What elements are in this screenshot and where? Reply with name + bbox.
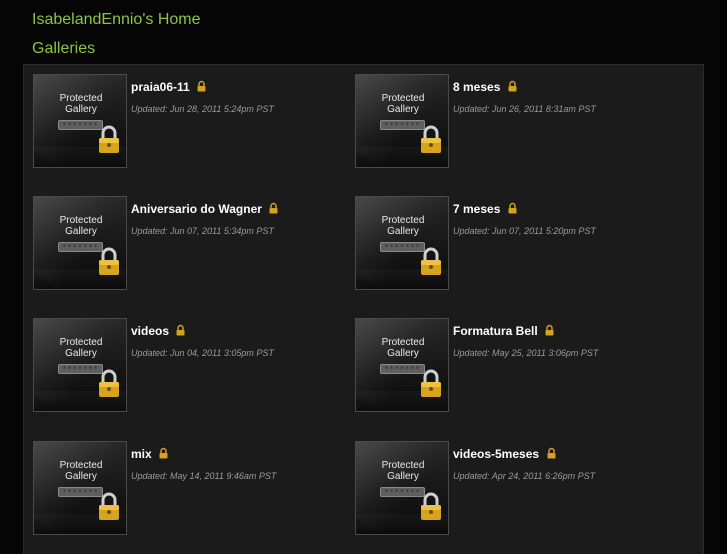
gallery-thumbnail[interactable]: Protected Gallery ******* [355, 74, 449, 168]
protected-text: Protected [381, 215, 425, 226]
thumbnail-reflection [34, 147, 126, 167]
lock-icon [159, 447, 168, 459]
gallery-text: Gallery [387, 471, 419, 482]
password-field-graphic: ******* [380, 120, 425, 130]
gallery-updated: Updated: May 25, 2011 3:06pm PST [453, 348, 599, 358]
gallery-item[interactable]: Protected Gallery ******* 8 meses Update… [355, 74, 675, 170]
gallery-title[interactable]: videos-5meses [453, 447, 539, 461]
protected-text: Protected [59, 215, 103, 226]
gallery-thumbnail[interactable]: Protected Gallery ******* [33, 196, 127, 290]
password-field-graphic: ******* [58, 487, 103, 497]
thumbnail-reflection [356, 514, 448, 534]
thumbnail-protected-label: Protected Gallery [34, 337, 126, 359]
thumbnail-protected-label: Protected Gallery [356, 337, 448, 359]
gallery-updated: Updated: Jun 07, 2011 5:20pm PST [453, 226, 596, 236]
gallery-updated: Updated: Jun 04, 2011 3:05pm PST [131, 348, 274, 358]
password-field-graphic: ******* [58, 242, 103, 252]
gallery-info: Aniversario do Wagner Updated: Jun 07, 2… [131, 202, 353, 236]
gallery-info: Formatura Bell Updated: May 25, 2011 3:0… [453, 324, 675, 358]
gallery-updated: Updated: Apr 24, 2011 6:26pm PST [453, 471, 596, 481]
gallery-info: videos-5meses Updated: Apr 24, 2011 6:26… [453, 447, 675, 481]
thumbnail-reflection [34, 269, 126, 289]
thumbnail-reflection [356, 391, 448, 411]
gallery-updated: Updated: Jun 26, 2011 8:31am PST [453, 104, 596, 114]
gallery-text: Gallery [387, 104, 419, 115]
gallery-title[interactable]: Aniversario do Wagner [131, 202, 262, 216]
gallery-info: praia06-11 Updated: Jun 28, 2011 5:24pm … [131, 80, 353, 114]
gallery-text: Gallery [65, 471, 97, 482]
gallery-text: Gallery [387, 226, 419, 237]
thumbnail-protected-label: Protected Gallery [34, 460, 126, 482]
protected-text: Protected [59, 93, 103, 104]
thumbnail-protected-label: Protected Gallery [356, 460, 448, 482]
gallery-info: videos Updated: Jun 04, 2011 3:05pm PST [131, 324, 353, 358]
gallery-item[interactable]: Protected Gallery ******* praia06-11 Upd… [33, 74, 353, 170]
gallery-info: mix Updated: May 14, 2011 9:46am PST [131, 447, 353, 481]
galleries-panel: Protected Gallery ******* praia06-11 Upd… [23, 64, 704, 554]
lock-icon [269, 202, 278, 214]
gallery-item[interactable]: Protected Gallery ******* videos Updated… [33, 318, 353, 414]
gallery-title[interactable]: 8 meses [453, 80, 500, 94]
section-title-galleries: Galleries [32, 40, 96, 57]
gallery-info: 8 meses Updated: Jun 26, 2011 8:31am PST [453, 80, 675, 114]
gallery-updated: Updated: Jun 07, 2011 5:34pm PST [131, 226, 274, 236]
password-field-graphic: ******* [58, 364, 103, 374]
gallery-title[interactable]: praia06-11 [131, 80, 190, 94]
gallery-text: Gallery [65, 226, 97, 237]
password-field-graphic: ******* [380, 487, 425, 497]
gallery-text: Gallery [65, 348, 97, 359]
lock-icon [197, 80, 206, 92]
protected-text: Protected [59, 337, 103, 348]
gallery-info: 7 meses Updated: Jun 07, 2011 5:20pm PST [453, 202, 675, 236]
site-title[interactable]: IsabelandEnnio's Home [32, 10, 201, 30]
gallery-title[interactable]: 7 meses [453, 202, 500, 216]
gallery-item[interactable]: Protected Gallery ******* 7 meses Update… [355, 196, 675, 292]
gallery-text: Gallery [65, 104, 97, 115]
protected-text: Protected [59, 460, 103, 471]
lock-icon [508, 202, 517, 214]
gallery-updated: Updated: Jun 28, 2011 5:24pm PST [131, 104, 274, 114]
thumbnail-reflection [356, 147, 448, 167]
lock-icon [176, 324, 185, 336]
gallery-title[interactable]: mix [131, 447, 152, 461]
gallery-updated: Updated: May 14, 2011 9:46am PST [131, 471, 277, 481]
thumbnail-reflection [356, 269, 448, 289]
lock-icon [547, 447, 556, 459]
thumbnail-protected-label: Protected Gallery [34, 215, 126, 237]
gallery-thumbnail[interactable]: Protected Gallery ******* [33, 74, 127, 168]
gallery-item[interactable]: Protected Gallery ******* videos-5meses … [355, 441, 675, 537]
gallery-title[interactable]: videos [131, 324, 169, 338]
password-field-graphic: ******* [380, 364, 425, 374]
gallery-thumbnail[interactable]: Protected Gallery ******* [33, 318, 127, 412]
lock-icon [508, 80, 517, 92]
gallery-thumbnail[interactable]: Protected Gallery ******* [355, 441, 449, 535]
thumbnail-reflection [34, 391, 126, 411]
thumbnail-protected-label: Protected Gallery [356, 93, 448, 115]
gallery-item[interactable]: Protected Gallery ******* Aniversario do… [33, 196, 353, 292]
gallery-text: Gallery [387, 348, 419, 359]
protected-text: Protected [381, 460, 425, 471]
lock-icon [545, 324, 554, 336]
gallery-thumbnail[interactable]: Protected Gallery ******* [355, 318, 449, 412]
thumbnail-protected-label: Protected Gallery [356, 215, 448, 237]
protected-text: Protected [381, 337, 425, 348]
protected-text: Protected [381, 93, 425, 104]
gallery-thumbnail[interactable]: Protected Gallery ******* [355, 196, 449, 290]
gallery-item[interactable]: Protected Gallery ******* mix Updated: M… [33, 441, 353, 537]
gallery-title[interactable]: Formatura Bell [453, 324, 538, 338]
thumbnail-reflection [34, 514, 126, 534]
gallery-thumbnail[interactable]: Protected Gallery ******* [33, 441, 127, 535]
gallery-item[interactable]: Protected Gallery ******* Formatura Bell… [355, 318, 675, 414]
password-field-graphic: ******* [58, 120, 103, 130]
password-field-graphic: ******* [380, 242, 425, 252]
thumbnail-protected-label: Protected Gallery [34, 93, 126, 115]
